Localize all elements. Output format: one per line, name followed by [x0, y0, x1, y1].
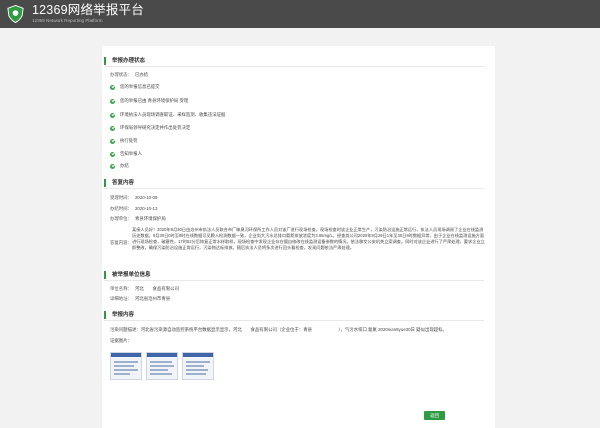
- check-circle-icon: [110, 98, 115, 104]
- step-label: 您的举报信息已提交: [120, 84, 160, 89]
- evidence-label: 证据图片：: [110, 338, 132, 343]
- check-circle-icon: [110, 138, 115, 144]
- section-header: 答复内容: [102, 178, 495, 189]
- section-header: 举报内容: [102, 310, 495, 321]
- step-label: 环境执法人员现场调查取证、采样监测、收集违法证据: [120, 112, 226, 117]
- check-circle-icon: [110, 151, 115, 157]
- status-value: 已办结: [134, 72, 149, 77]
- evidence-image-thumbnail[interactable]: [146, 352, 178, 380]
- section-title: 被举报单位信息: [112, 272, 151, 278]
- address-row: 详细地址： 河北省沧州市青县: [110, 296, 170, 302]
- evidence-image-thumbnail[interactable]: [110, 352, 142, 380]
- thumb-line: [186, 369, 208, 371]
- section-divider: [104, 320, 484, 321]
- section-title: 举报内容: [112, 312, 135, 318]
- unit-name-label: 单位名称：: [110, 286, 132, 291]
- accept-time-row: 受理时间： 2020-10-09: [110, 195, 157, 201]
- step-label: 告知举报人: [120, 151, 142, 156]
- thumb-line: [186, 365, 204, 367]
- thumb-line: [150, 373, 172, 375]
- problem-description: 污染问题描述：河北省污染源自动监控系统平台数据显示显示，河北 食品有限公司（企业…: [110, 327, 486, 333]
- finish-time-label: 办结时间：: [110, 206, 132, 211]
- thumb-line: [186, 361, 210, 363]
- thumb-line: [114, 369, 138, 371]
- top-header: 12369网络举报平台 12369 Network Reporting Plat…: [0, 0, 600, 28]
- reply-content-label: 答复内容：: [110, 240, 132, 245]
- section-accent-bar: [104, 271, 106, 279]
- check-circle-icon: [110, 112, 115, 118]
- step-label: 环保局领导研究决定并作出处罚决定: [120, 125, 191, 130]
- section-divider: [104, 188, 484, 189]
- status-row: 办理状态： 已办结: [110, 72, 148, 78]
- app-title: 12369网络举报平台: [32, 3, 144, 17]
- finish-time-value: 2020-10-13: [134, 206, 158, 211]
- unit-name-value: 河北 食品有限公司: [134, 286, 179, 291]
- thumb-header: [111, 353, 141, 357]
- reply-content-text: 某接人员好！2020年9月30日由沧州市执法人员联合市厂睐臭河环保所工作人员对该…: [132, 227, 485, 251]
- thumb-line: [114, 373, 130, 375]
- thumb-line: [114, 361, 138, 363]
- evidence-image-thumbnail[interactable]: [182, 352, 214, 380]
- handling-unit-value: 青县环境保护局: [134, 216, 166, 221]
- thumb-line: [150, 361, 172, 363]
- step-label: 办结: [120, 163, 129, 168]
- section-accent-bar: [104, 57, 106, 65]
- thumb-line: [186, 373, 206, 375]
- thumb-line: [114, 365, 134, 367]
- return-button[interactable]: 返回: [424, 411, 445, 420]
- platform-logo-icon: [7, 4, 24, 24]
- section-divider: [104, 280, 484, 281]
- thumb-header: [183, 353, 213, 357]
- thumb-header: [147, 353, 177, 357]
- step-label: 执行处罚: [120, 138, 138, 143]
- accept-time-label: 受理时间：: [110, 195, 132, 200]
- detail-panel: 举报办理状态 办理状态： 已办结 您的举报信息已提交 您的举报已由 青县环境保护局…: [102, 46, 495, 428]
- thumb-line: [150, 365, 174, 367]
- unit-name-row: 单位名称： 河北 食品有限公司: [110, 286, 179, 292]
- address-value: 河北省沧州市青县: [134, 296, 171, 301]
- problem-label: 污染问题描述：: [110, 327, 141, 332]
- thumb-line: [150, 369, 168, 371]
- section-accent-bar: [104, 311, 106, 319]
- step-label: 您的举报已由 青县环境保护局 受理: [120, 98, 189, 103]
- address-label: 详细地址：: [110, 296, 132, 301]
- section-header: 举报办理状态: [102, 56, 495, 67]
- section-title: 举报办理状态: [112, 58, 146, 64]
- check-circle-icon: [110, 84, 115, 90]
- section-accent-bar: [104, 179, 106, 187]
- app-subtitle: 12369 Network Reporting Platform: [32, 18, 103, 23]
- handling-unit-row: 办理单位： 青县环境保护局: [110, 216, 166, 222]
- accept-time-value: 2020-10-09: [134, 195, 158, 200]
- section-header: 被举报单位信息: [102, 270, 495, 281]
- section-title: 答复内容: [112, 180, 135, 186]
- check-circle-icon: [110, 163, 115, 169]
- status-label: 办理状态：: [110, 72, 132, 77]
- problem-text: 河北省污染源自动监控系统平台数据显示显示，河北 食品有限公司（企业位于：青县 ）…: [140, 327, 447, 332]
- handling-unit-label: 办理单位：: [110, 216, 132, 221]
- check-circle-icon: [110, 125, 115, 131]
- section-divider: [104, 66, 484, 67]
- finish-time-row: 办结时间： 2020-10-13: [110, 206, 157, 212]
